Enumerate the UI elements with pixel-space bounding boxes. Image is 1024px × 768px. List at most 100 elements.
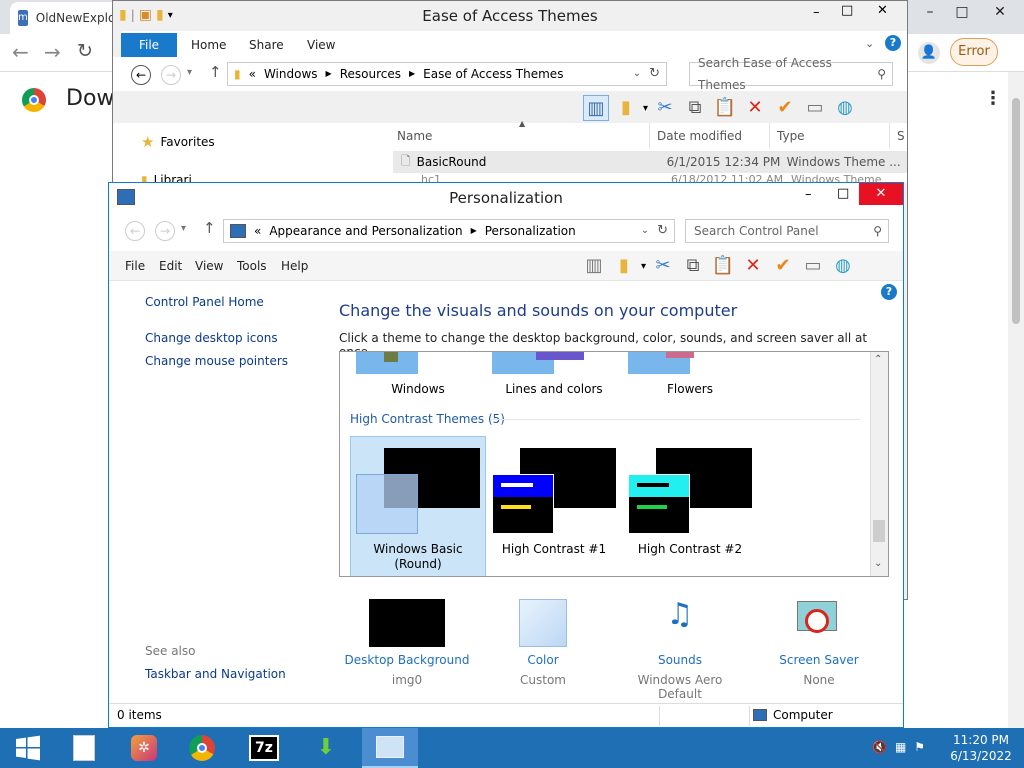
column-name[interactable]: Name — [397, 129, 432, 143]
folder-options-icon[interactable]: ▮ — [611, 253, 637, 279]
taskbar-navigation-link[interactable]: Taskbar and Navigation — [145, 667, 286, 681]
column-type[interactable]: Type — [777, 129, 805, 143]
reload-icon[interactable]: ↻ — [77, 40, 93, 62]
cut-icon[interactable]: ✂ — [650, 253, 676, 279]
taskbar-7zip-button[interactable]: 7z — [236, 728, 292, 768]
new-folder-icon[interactable]: ▮ — [156, 7, 164, 23]
explorer-search-input[interactable]: Search Ease of Access Themes ⚲ — [689, 56, 893, 92]
refresh-icon[interactable]: ↻ — [649, 63, 666, 85]
taskbar-app-button[interactable]: ✲ — [116, 728, 172, 768]
copy-icon[interactable]: ⧉ — [682, 95, 708, 121]
theme-thumbnail[interactable] — [536, 352, 584, 360]
ribbon-file-tab[interactable]: File — [121, 33, 177, 57]
chevron-right-icon[interactable]: ▶ — [326, 63, 332, 85]
theme-thumbnail[interactable] — [492, 474, 554, 534]
control-panel-home-link[interactable]: Control Panel Home — [145, 295, 264, 309]
chevron-down-icon[interactable]: ⌄ — [633, 63, 641, 85]
taskbar-control-panel-button[interactable] — [362, 728, 418, 768]
globe-icon[interactable]: ◍ — [832, 95, 858, 121]
ribbon-tab-share[interactable]: Share — [249, 33, 284, 57]
preview-pane-icon[interactable]: ▥ — [583, 95, 609, 121]
breadcrumb-resources[interactable]: Resources — [340, 63, 401, 85]
pers-maximize-button[interactable]: □ — [837, 186, 849, 201]
preview-pane-icon[interactable]: ▥ — [581, 253, 607, 279]
scrollbar-thumb[interactable] — [1012, 98, 1020, 324]
column-date-modified[interactable]: Date modified — [657, 129, 742, 143]
theme-name[interactable]: High Contrast #2 — [622, 542, 758, 556]
sounds-link[interactable]: Sounds — [615, 653, 745, 667]
table-row[interactable]: 🗋 BasicRound 6/1/2015 12:34 PM Windows T… — [393, 151, 907, 173]
checkmark-icon[interactable]: ✔ — [770, 253, 796, 279]
recent-locations-icon[interactable]: ▾ — [181, 223, 186, 234]
scrollbar-thumb[interactable] — [873, 520, 885, 542]
theme-thumbnail[interactable] — [384, 352, 398, 362]
ribbon-tab-home[interactable]: Home — [191, 33, 226, 57]
change-desktop-icons-link[interactable]: Change desktop icons — [145, 331, 278, 345]
taskbar-file-button[interactable] — [56, 728, 112, 768]
dropdown-icon[interactable]: ▾ — [641, 261, 646, 272]
theme-name[interactable]: High Contrast #1 — [486, 542, 622, 556]
color-link[interactable]: Color — [493, 653, 593, 667]
menu-tools[interactable]: Tools — [237, 254, 267, 278]
browser-scrollbar[interactable] — [1008, 72, 1024, 730]
address-overflow[interactable]: « — [249, 63, 256, 85]
breadcrumb-windows[interactable]: Windows — [264, 63, 318, 85]
rename-icon[interactable]: ▭ — [800, 253, 826, 279]
cut-icon[interactable]: ✂ — [652, 95, 678, 121]
menu-help[interactable]: Help — [281, 254, 308, 278]
up-arrow-icon[interactable]: ↑ — [209, 63, 222, 81]
column-size[interactable]: S — [897, 129, 905, 143]
checkmark-icon[interactable]: ✔ — [772, 95, 798, 121]
scroll-down-icon[interactable]: ⌄ — [874, 558, 882, 569]
browser-close-button[interactable]: ✕ — [978, 0, 1022, 26]
breadcrumb-appearance[interactable]: Appearance and Personalization — [269, 220, 462, 242]
chevron-down-icon[interactable]: ⌄ — [641, 220, 649, 242]
refresh-icon[interactable]: ↻ — [657, 220, 674, 242]
delete-icon[interactable]: ✕ — [742, 95, 768, 121]
address-overflow[interactable]: « — [254, 220, 261, 242]
change-mouse-pointers-link[interactable]: Change mouse pointers — [145, 354, 288, 368]
folder-options-icon[interactable]: ▮ — [613, 95, 639, 121]
clock[interactable]: 11:20 PM 6/13/2022 — [946, 732, 1016, 764]
explorer-maximize-button[interactable]: □ — [841, 3, 853, 18]
taskbar-download-button[interactable]: ⬇ — [298, 728, 354, 768]
theme-name[interactable]: Lines and colors — [476, 382, 632, 396]
menu-edit[interactable]: Edit — [159, 254, 182, 278]
pers-address-bar[interactable]: « Appearance and Personalization ▶ Perso… — [223, 219, 675, 243]
help-icon[interactable]: ? — [885, 35, 901, 51]
network-icon[interactable]: ▦ — [895, 740, 906, 754]
pers-search-input[interactable]: Search Control Panel ⚲ — [685, 219, 889, 243]
menu-view[interactable]: View — [195, 254, 223, 278]
theme-name[interactable]: Windows — [340, 382, 496, 396]
back-arrow-icon[interactable]: ← — [125, 221, 145, 241]
paste-icon[interactable]: 📋 — [710, 253, 736, 279]
theme-name[interactable]: Flowers — [612, 382, 768, 396]
up-arrow-icon[interactable]: ↑ — [203, 219, 216, 237]
globe-icon[interactable]: ◍ — [830, 253, 856, 279]
help-icon[interactable]: ? — [881, 284, 897, 300]
theme-name[interactable]: Windows Basic (Round) — [350, 542, 486, 572]
delete-icon[interactable]: ✕ — [740, 253, 766, 279]
flag-alert-icon[interactable]: ⚑ — [914, 740, 925, 754]
scroll-up-icon[interactable]: ⌃ — [874, 354, 882, 365]
pers-minimize-button[interactable]: – — [805, 187, 812, 202]
error-button[interactable]: Error — [950, 38, 998, 66]
sounds-icon[interactable]: ♫ — [655, 597, 705, 647]
pers-close-button[interactable]: ✕ — [859, 183, 903, 205]
three-dots-icon[interactable]: ⋮ — [984, 88, 1002, 109]
forward-arrow-icon[interactable]: → — [161, 65, 181, 85]
breadcrumb-personalization[interactable]: Personalization — [485, 220, 576, 242]
chevron-right-icon[interactable]: ▶ — [471, 220, 477, 242]
customize-dropdown-icon[interactable]: ▾ — [168, 10, 173, 21]
theme-thumbnail[interactable] — [666, 352, 694, 358]
chevron-right-icon[interactable]: ▶ — [409, 63, 415, 85]
desktop-background-thumbnail[interactable] — [369, 599, 445, 647]
browser-tab[interactable]: m OldNewExplo — [10, 2, 120, 34]
recent-locations-icon[interactable]: ▾ — [187, 67, 192, 78]
explorer-minimize-button[interactable]: – — [813, 5, 820, 20]
desktop-background-link[interactable]: Desktop Background — [337, 653, 477, 667]
menu-file[interactable]: File — [125, 254, 145, 278]
back-arrow-icon[interactable]: ← — [12, 40, 29, 64]
ribbon-expand-icon[interactable]: ⌄ — [865, 37, 874, 50]
screen-saver-link[interactable]: Screen Saver — [769, 653, 869, 667]
